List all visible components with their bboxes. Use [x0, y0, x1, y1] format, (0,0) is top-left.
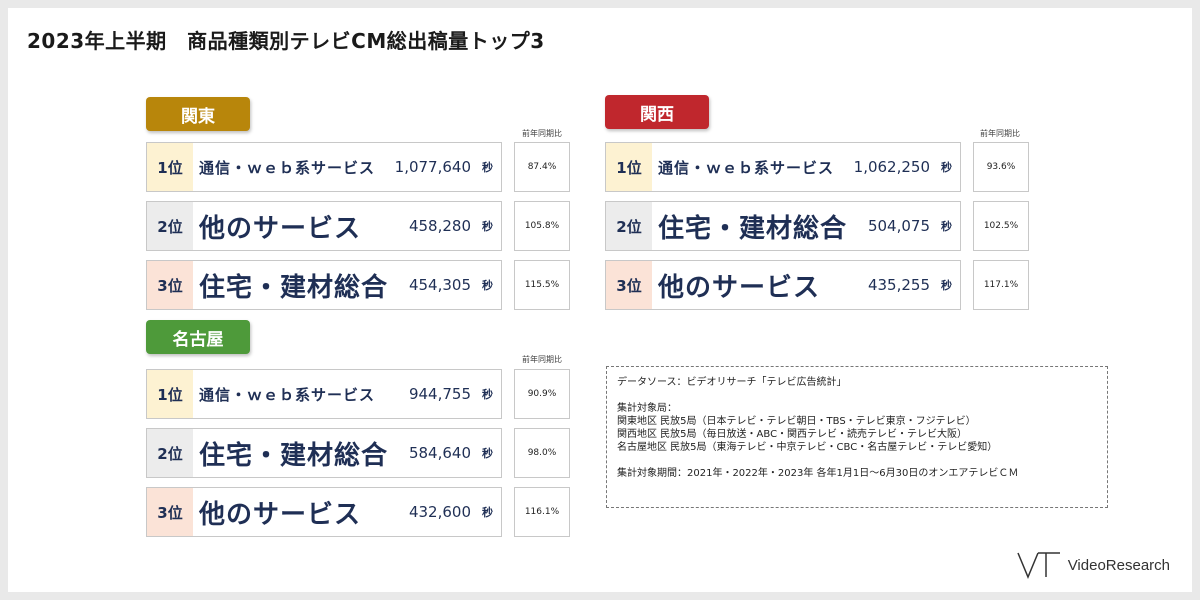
table-row: 1位 通信・ｗｅｂ系サービス 1,077,640 秒 [146, 142, 502, 192]
seconds-unit: 秒 [482, 506, 493, 519]
yoy-value: 98.0% [514, 428, 570, 478]
page: 2023年上半期 商品種類別テレビCM総出稿量トップ3 関東 前年同期比 1位 … [8, 8, 1192, 592]
table-row: 2位 住宅・建材総合 584,640 秒 [146, 428, 502, 478]
category-label: 通信・ｗｅｂ系サービス [199, 158, 376, 177]
seconds-value: 504,075 [867, 217, 930, 235]
seconds-unit: 秒 [482, 279, 493, 292]
seconds-value: 1,062,250 [853, 158, 930, 176]
table-row: 3位 住宅・建材総合 454,305 秒 [146, 260, 502, 310]
brand-logo: VideoResearch [1016, 550, 1170, 580]
notes-box: データソース：ビデオリサーチ「テレビ広告統計」 集計対象局： 関東地区 民放5局… [606, 366, 1108, 508]
seconds-value: 584,640 [408, 444, 471, 462]
rank-cell: 3位 [147, 488, 193, 536]
notes-nagoya: 名古屋地区 民放5局（東海テレビ・中京テレビ・CBC・名古屋テレビ・テレビ愛知） [617, 442, 998, 453]
category-label: 通信・ｗｅｂ系サービス [658, 158, 835, 177]
category-label: 住宅・建材総合 [658, 213, 848, 244]
seconds-value: 458,280 [408, 217, 471, 235]
rank-cell: 2位 [147, 429, 193, 477]
yoy-header-nagoya: 前年同期比 [522, 355, 562, 364]
rank-cell: 1位 [147, 370, 193, 418]
region-label-nagoya: 名古屋 [146, 320, 250, 354]
rank-cell: 3位 [606, 261, 652, 309]
page-title: 2023年上半期 商品種類別テレビCM総出稿量トップ3 [27, 29, 545, 53]
brand-mark-icon [1017, 552, 1060, 579]
table-row: 3位 他のサービス 432,600 秒 [146, 487, 502, 537]
yoy-value: 102.5% [973, 201, 1029, 251]
seconds-value: 435,255 [867, 276, 930, 294]
table-row: 3位 他のサービス 435,255 秒 [605, 260, 961, 310]
yoy-value: 93.6% [973, 142, 1029, 192]
notes-kansai: 関西地区 民放5局（毎日放送・ABC・関西テレビ・読売テレビ・テレビ大阪） [617, 429, 968, 440]
yoy-value: 87.4% [514, 142, 570, 192]
region-label-kansai: 関西 [605, 95, 709, 129]
seconds-unit: 秒 [941, 161, 952, 174]
yoy-value: 115.5% [514, 260, 570, 310]
rank-cell: 2位 [606, 202, 652, 250]
yoy-value: 117.1% [973, 260, 1029, 310]
notes-kanto: 関東地区 民放5局（日本テレビ・テレビ朝日・TBS・テレビ東京・フジテレビ） [617, 416, 976, 427]
notes-stations-header: 集計対象局： [617, 403, 677, 414]
table-row: 1位 通信・ｗｅｂ系サービス 1,062,250 秒 [605, 142, 961, 192]
category-label: 住宅・建材総合 [199, 440, 389, 471]
seconds-unit: 秒 [941, 220, 952, 233]
table-row: 1位 通信・ｗｅｂ系サービス 944,755 秒 [146, 369, 502, 419]
notes-source: データソース：ビデオリサーチ「テレビ広告統計」 [617, 377, 847, 388]
seconds-value: 1,077,640 [394, 158, 471, 176]
rank-cell: 1位 [147, 143, 193, 191]
table-row: 2位 他のサービス 458,280 秒 [146, 201, 502, 251]
yoy-header-kansai: 前年同期比 [980, 129, 1020, 138]
seconds-value: 454,305 [408, 276, 471, 294]
notes-period: 集計対象期間：2021年・2022年・2023年 各年1月1日～6月30日のオン… [617, 468, 1019, 479]
seconds-value: 944,755 [408, 385, 471, 403]
seconds-unit: 秒 [941, 279, 952, 292]
rank-cell: 2位 [147, 202, 193, 250]
brand-logo-text: VideoResearch [1067, 556, 1170, 574]
yoy-header-kanto: 前年同期比 [522, 129, 562, 138]
yoy-value: 116.1% [514, 487, 570, 537]
yoy-value: 105.8% [514, 201, 570, 251]
seconds-value: 432,600 [408, 503, 471, 521]
region-label-kanto: 関東 [146, 97, 250, 131]
rank-cell: 3位 [147, 261, 193, 309]
category-label: 通信・ｗｅｂ系サービス [199, 385, 376, 404]
rank-cell: 1位 [606, 143, 652, 191]
seconds-unit: 秒 [482, 447, 493, 460]
category-label: 他のサービス [658, 272, 821, 303]
seconds-unit: 秒 [482, 220, 493, 233]
category-label: 他のサービス [199, 499, 362, 530]
category-label: 他のサービス [199, 213, 362, 244]
category-label: 住宅・建材総合 [199, 272, 389, 303]
seconds-unit: 秒 [482, 161, 493, 174]
yoy-value: 90.9% [514, 369, 570, 419]
table-row: 2位 住宅・建材総合 504,075 秒 [605, 201, 961, 251]
seconds-unit: 秒 [482, 388, 493, 401]
